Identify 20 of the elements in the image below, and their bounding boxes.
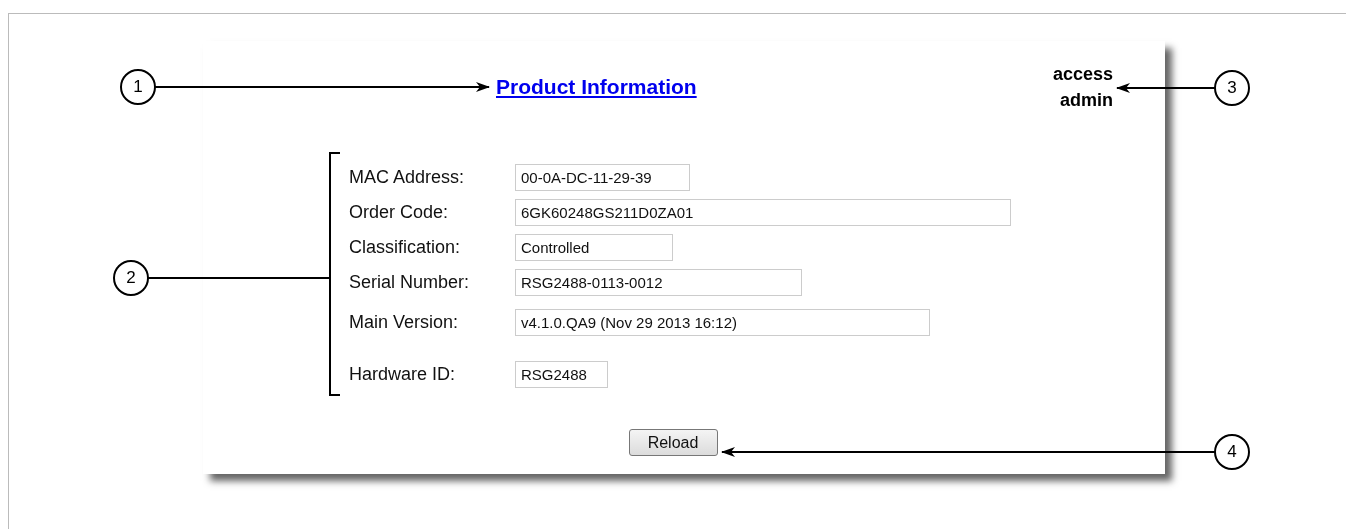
value-field[interactable]: v4.1.0.QA9 (Nov 29 2013 16:12) xyxy=(515,309,930,336)
value-field[interactable]: 00-0A-DC-11-29-39 xyxy=(515,164,690,191)
field-label: Order Code: xyxy=(349,202,450,223)
callout-number: 3 xyxy=(1214,70,1250,106)
reload-button[interactable]: Reload xyxy=(628,429,718,456)
value-field[interactable]: RSG2488-0113-0012 xyxy=(515,269,802,296)
callout-number: 1 xyxy=(120,69,156,105)
field-label: MAC Address: xyxy=(349,167,466,188)
access-level: admin xyxy=(1060,89,1113,112)
callout-number: 2 xyxy=(113,260,149,296)
access-label: access xyxy=(1052,63,1113,86)
value-field[interactable]: 6GK60248GS211D0ZA01 xyxy=(515,199,1011,226)
callout-number: 4 xyxy=(1214,434,1250,470)
field-label: Main Version: xyxy=(349,312,460,333)
field-label: Hardware ID: xyxy=(349,364,457,385)
page-title-link[interactable]: Product Information xyxy=(496,75,697,99)
value-field[interactable]: Controlled xyxy=(515,234,673,261)
value-field[interactable]: RSG2488 xyxy=(515,361,608,388)
field-label: Serial Number: xyxy=(349,272,471,293)
field-label: Classification: xyxy=(349,237,462,258)
